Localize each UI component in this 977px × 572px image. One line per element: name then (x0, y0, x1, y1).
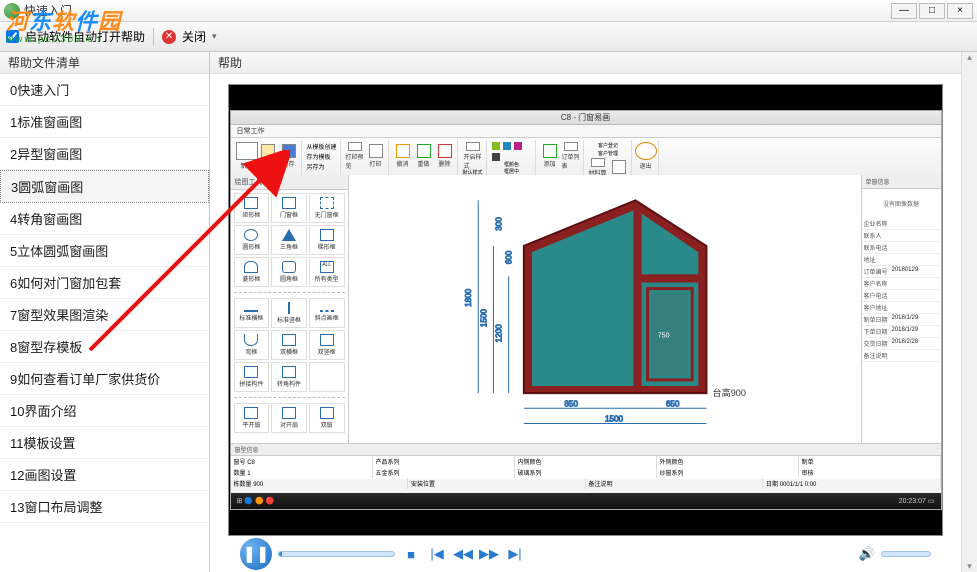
app-icon (4, 3, 20, 19)
help-item-11[interactable]: 11模板设置 (0, 427, 209, 459)
auto-open-help-label: 启动软件自动打开帮助 (25, 28, 145, 45)
svg-text:850: 850 (564, 399, 578, 408)
cad-app-title: C8 - 门窗易画 (231, 111, 941, 125)
help-item-0[interactable]: 0快速入门 (0, 74, 209, 106)
cad-taskbar: ⊞ 🔵 🟠 🔴 20:23:07 ▭ (231, 493, 941, 509)
play-pause-button[interactable]: ❚❚ (240, 538, 272, 570)
prev-button[interactable]: |◀ (427, 544, 447, 564)
help-item-10[interactable]: 10界面介绍 (0, 395, 209, 427)
vertical-scrollbar[interactable]: ▴▾ (961, 52, 977, 572)
help-list-header: 帮助文件清单 (0, 52, 209, 74)
video-player[interactable]: C8 - 门窗易画 日常工作 新建打开保存文件 从模板创建存为模板另存为 打印预… (228, 84, 943, 536)
svg-text:600: 600 (504, 250, 513, 264)
window-title: 快速入门 (24, 2, 891, 19)
help-content-header: 帮助 (210, 52, 961, 74)
svg-text:750: 750 (657, 331, 669, 339)
seek-bar[interactable] (278, 551, 395, 557)
toolbar: 启动软件自动打开帮助 ✕ 关闭 ▾ (0, 22, 977, 52)
help-list: 0快速入门 1标准窗画图 2异型窗画图 3圆弧窗画图 4转角窗画图 5立体圆弧窗… (0, 74, 209, 572)
window-titlebar: 快速入门 — □ × (0, 0, 977, 22)
help-item-9[interactable]: 9如何查看订单厂家供货价 (0, 363, 209, 395)
dropdown-icon[interactable]: ▾ (212, 31, 217, 42)
next-button[interactable]: ▶| (505, 544, 525, 564)
help-item-3[interactable]: 3圆弧窗画图 (0, 170, 209, 203)
help-item-8[interactable]: 8窗型存模板 (0, 331, 209, 363)
cad-tab: 日常工作 (231, 125, 941, 138)
svg-text:1500: 1500 (605, 414, 624, 423)
svg-text:650: 650 (665, 399, 679, 408)
maximize-button[interactable]: □ (919, 3, 945, 19)
cad-canvas: 1800 1500 1200 300 600 850 650 1500 (349, 175, 861, 459)
help-content-pane: 帮助 C8 - 门窗易画 日常工作 新建打开保存文件 从模板创建存为模板另存为 … (210, 52, 961, 572)
forward-button[interactable]: ▶▶ (479, 544, 499, 564)
svg-text:1800: 1800 (464, 288, 473, 307)
help-item-2[interactable]: 2异型窗画图 (0, 138, 209, 170)
svg-text:1500: 1500 (479, 309, 488, 328)
help-item-13[interactable]: 13窗口布局调整 (0, 491, 209, 523)
svg-text:台高900: 台高900 (712, 387, 745, 398)
stop-button[interactable]: ■ (401, 544, 421, 564)
help-item-4[interactable]: 4转角窗画图 (0, 203, 209, 235)
rewind-button[interactable]: ◀◀ (453, 544, 473, 564)
help-item-5[interactable]: 5立体圆弧窗画图 (0, 235, 209, 267)
svg-text:1200: 1200 (494, 324, 503, 343)
minimize-button[interactable]: — (891, 3, 917, 19)
cad-tool-panel: 绘图工具 矩形框 门窗框 无门窗框 圆形框 三角框 梯形框 菱形框 圆角框 AL… (231, 175, 349, 459)
volume-slider[interactable] (881, 551, 931, 557)
help-item-1[interactable]: 1标准窗画图 (0, 106, 209, 138)
help-file-list-pane: 帮助文件清单 0快速入门 1标准窗画图 2异型窗画图 3圆弧窗画图 4转角窗画图… (0, 52, 210, 572)
close-icon: ✕ (162, 30, 176, 44)
media-controls: ❚❚ ■ |◀ ◀◀ ▶▶ ▶| 🔊 (228, 536, 943, 572)
cad-properties-panel: 单窗信息 没有图像数据 企业名称 联系人 联系电话 地址 订单编号2018012… (861, 175, 941, 459)
help-item-7[interactable]: 7窗型效果图渲染 (0, 299, 209, 331)
auto-open-help-checkbox[interactable] (6, 30, 19, 43)
close-button[interactable]: × (947, 3, 973, 19)
svg-text:300: 300 (494, 217, 503, 231)
volume-icon[interactable]: 🔊 (857, 544, 877, 564)
help-item-6[interactable]: 6如何对门窗加包套 (0, 267, 209, 299)
help-item-12[interactable]: 12画图设置 (0, 459, 209, 491)
cad-bottom-panel: 窗型信息 窗号 C8 产品系列 内侧颜色 外侧颜色 制单 数量 1 五金系列 玻… (231, 443, 941, 479)
close-help-button[interactable]: 关闭 (182, 28, 206, 45)
video-frame-content: C8 - 门窗易画 日常工作 新建打开保存文件 从模板创建存为模板另存为 打印预… (230, 110, 942, 510)
